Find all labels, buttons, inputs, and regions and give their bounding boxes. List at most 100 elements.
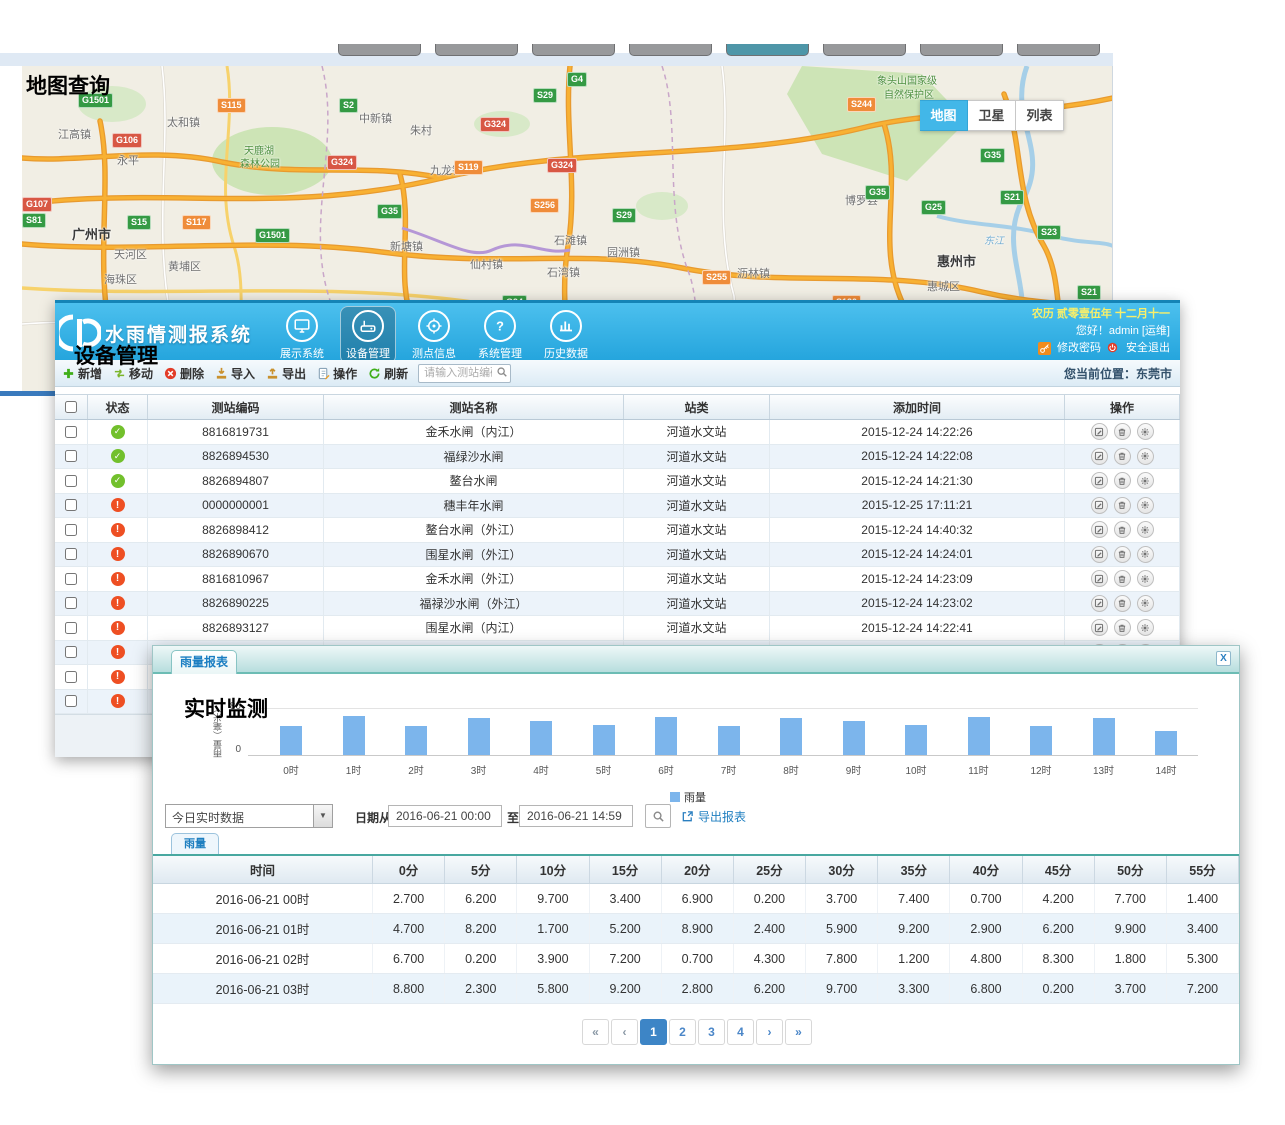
date-to-input[interactable] [519, 805, 633, 827]
window-tab-stub[interactable] [823, 44, 906, 56]
page-first[interactable]: « [582, 1019, 609, 1045]
map-view-button-list[interactable]: 列表 [1016, 100, 1064, 131]
row-delete-button[interactable] [1114, 521, 1131, 538]
query-button[interactable] [645, 804, 671, 828]
window-tab-stub[interactable] [726, 44, 809, 56]
edit-button[interactable] [1091, 619, 1108, 636]
settings-button[interactable] [1137, 423, 1154, 440]
rain-bar [780, 718, 802, 755]
row-delete-button[interactable] [1114, 570, 1131, 587]
row-delete-button[interactable] [1114, 595, 1131, 612]
x-axis-label: 3时 [454, 762, 504, 777]
window-tab-stub[interactable] [920, 44, 1003, 56]
nav-label: 历史数据 [539, 345, 593, 361]
close-icon[interactable]: X [1216, 651, 1231, 666]
row-checkbox[interactable] [65, 524, 77, 536]
row-delete-button[interactable] [1114, 619, 1131, 636]
tab-rain-report[interactable]: 雨量报表 [171, 650, 237, 674]
row-checkbox[interactable] [65, 622, 77, 634]
row-checkbox[interactable] [65, 646, 77, 658]
edit-button[interactable] [1091, 497, 1108, 514]
monitor-icon [295, 320, 309, 332]
row-checkbox[interactable] [65, 671, 77, 683]
header-status: 状态 [88, 395, 148, 419]
export-report-link[interactable]: 导出报表 [681, 808, 746, 825]
edit-button[interactable] [1091, 472, 1108, 489]
row-delete-button[interactable] [1114, 472, 1131, 489]
edit-button[interactable] [1091, 595, 1108, 612]
row-checkbox[interactable] [65, 499, 77, 511]
nav-item-history-data[interactable]: 历史数据 [538, 306, 594, 364]
map-view-button-map[interactable]: 地图 [920, 100, 968, 131]
status-icon [111, 596, 125, 610]
data-type-select[interactable]: 今日实时数据 ▼ [165, 804, 333, 828]
settings-button[interactable] [1137, 521, 1154, 538]
page-prev[interactable]: ‹ [611, 1019, 638, 1045]
map-place-label: 天河区 [114, 246, 147, 262]
edit-button[interactable] [1091, 423, 1108, 440]
toolbar-button-label: 操作 [333, 365, 357, 382]
nav-item-system-management[interactable]: 系统管理 [472, 306, 528, 364]
edit-button[interactable] [1091, 570, 1108, 587]
window-tab-stub[interactable] [1017, 44, 1100, 56]
row-checkbox[interactable] [65, 548, 77, 560]
refresh-button[interactable]: 刷新 [368, 365, 408, 382]
map-view-button-satellite[interactable]: 卫星 [968, 100, 1016, 131]
window-tab-stub[interactable] [338, 44, 421, 56]
settings-button[interactable] [1137, 546, 1154, 563]
row-checkbox[interactable] [65, 426, 77, 438]
row-checkbox[interactable] [65, 695, 77, 707]
settings-button[interactable] [1137, 595, 1154, 612]
rain-row-value: 2.300 [445, 974, 517, 1003]
tab-rain[interactable]: 雨量 [171, 833, 219, 855]
nav-item-display-system[interactable]: 展示系统 [274, 306, 330, 364]
device-table-row: 0000000001 穗丰年水闸 河道水文站 2015-12-25 17:11:… [55, 494, 1180, 519]
date-from-input[interactable] [388, 805, 502, 827]
row-delete-button[interactable] [1114, 546, 1131, 563]
dropdown-arrow-icon[interactable]: ▼ [313, 805, 332, 827]
road-shield: S21 [1000, 190, 1024, 205]
device-icon [361, 321, 375, 332]
page-last[interactable]: » [785, 1019, 812, 1045]
operate-button[interactable]: 操作 [317, 365, 357, 382]
page-4[interactable]: 4 [727, 1019, 754, 1045]
rain-bar [1030, 726, 1052, 755]
row-checkbox[interactable] [65, 573, 77, 585]
page-next[interactable]: › [756, 1019, 783, 1045]
settings-button[interactable] [1137, 570, 1154, 587]
settings-button[interactable] [1137, 619, 1154, 636]
road-shield: S115 [217, 98, 246, 113]
page-3[interactable]: 3 [698, 1019, 725, 1045]
map-place-label: 朱村 [410, 122, 432, 138]
row-checkbox[interactable] [65, 475, 77, 487]
page-1[interactable]: 1 [640, 1019, 667, 1045]
settings-button[interactable] [1137, 472, 1154, 489]
edit-button[interactable] [1091, 546, 1108, 563]
station-name: 穗丰年水闸 [324, 494, 624, 518]
change-password-link[interactable]: 修改密码 [1057, 340, 1101, 357]
edit-button[interactable] [1091, 448, 1108, 465]
settings-button[interactable] [1137, 497, 1154, 514]
window-tab-stub[interactable] [435, 44, 518, 56]
window-tab-stub[interactable] [532, 44, 615, 56]
import-button[interactable]: 导入 [215, 365, 255, 382]
row-delete-button[interactable] [1114, 497, 1131, 514]
nav-item-device-management[interactable]: 设备管理 [340, 306, 396, 364]
delete-button[interactable]: 删除 [164, 365, 204, 382]
logout-link[interactable]: 安全退出 [1126, 340, 1170, 357]
device-table-row: 8826890670 围星水闸（外江） 河道水文站 2015-12-24 14:… [55, 543, 1180, 568]
page-2[interactable]: 2 [669, 1019, 696, 1045]
export-button[interactable]: 导出 [266, 365, 306, 382]
row-checkbox[interactable] [65, 450, 77, 462]
settings-button[interactable] [1137, 448, 1154, 465]
row-checkbox[interactable] [65, 597, 77, 609]
nav-item-station-info[interactable]: 测点信息 [406, 306, 462, 364]
row-delete-button[interactable] [1114, 423, 1131, 440]
row-delete-button[interactable] [1114, 448, 1131, 465]
station-name: 鳌台水闸 [324, 469, 624, 493]
rain-row-value: 7.700 [1095, 884, 1167, 913]
select-all-checkbox[interactable] [65, 401, 77, 413]
window-tab-stub[interactable] [629, 44, 712, 56]
edit-button[interactable] [1091, 521, 1108, 538]
delete-icon [165, 367, 176, 378]
